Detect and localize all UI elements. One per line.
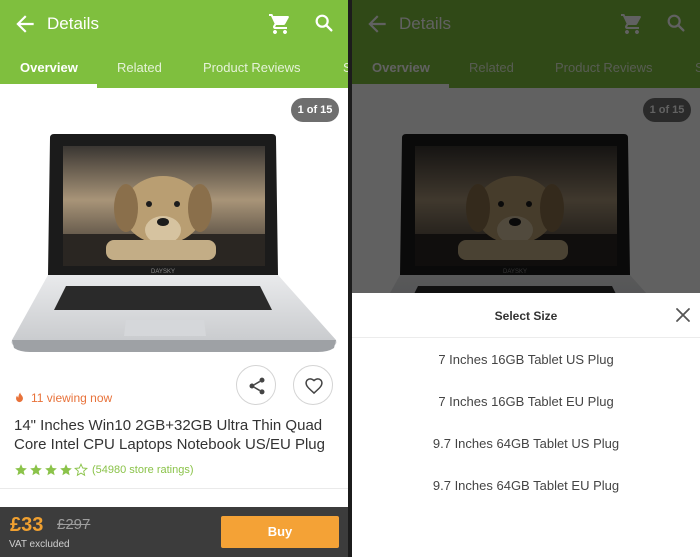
viewing-now-indicator: 11 viewing now (14, 391, 112, 405)
star-filled-icon (45, 463, 57, 476)
size-option[interactable]: 7 Inches 16GB Tablet US Plug (352, 352, 700, 367)
select-size-screen: Details Overview Related Product Reviews… (352, 0, 700, 557)
divider (0, 488, 348, 489)
star-filled-icon (60, 463, 72, 476)
close-icon[interactable] (675, 307, 691, 323)
product-image[interactable]: DAYSKY (8, 130, 340, 352)
active-tab-indicator (0, 84, 97, 88)
search-icon[interactable] (313, 12, 335, 34)
size-option[interactable]: 7 Inches 16GB Tablet EU Plug (352, 394, 700, 409)
buy-button[interactable]: Buy (221, 516, 339, 548)
star-filled-icon (15, 463, 27, 476)
wishlist-button[interactable] (293, 365, 333, 405)
viewing-now-text: 11 viewing now (31, 391, 113, 405)
image-counter: 1 of 15 (291, 98, 339, 122)
product-details-screen: Details Overview Related Product Reviews… (0, 0, 348, 557)
cart-icon[interactable] (268, 12, 292, 36)
tab-more[interactable]: S (343, 50, 348, 88)
page-title: Details (47, 14, 99, 33)
app-bar: Details Overview Related Product Reviews… (0, 0, 348, 88)
tab-product-reviews[interactable]: Product Reviews (203, 50, 301, 88)
current-price: £33 (10, 514, 44, 536)
star-filled-icon (30, 463, 42, 476)
divider (352, 337, 700, 338)
purchase-bar: £33 £297 VAT excluded Buy (0, 507, 348, 557)
rating-count: (54980 store ratings) (92, 463, 194, 476)
sheet-title: Select Size (494, 309, 558, 323)
size-option[interactable]: 9.7 Inches 64GB Tablet EU Plug (352, 478, 700, 493)
arrow-left-icon[interactable] (12, 11, 38, 37)
share-button[interactable] (236, 365, 276, 405)
tab-related[interactable]: Related (117, 50, 162, 88)
modal-backdrop[interactable] (352, 0, 700, 293)
product-title: 14" Inches Win10 2GB+32GB Ultra Thin Qua… (14, 417, 325, 453)
original-price: £297 (57, 516, 91, 533)
share-icon (249, 377, 265, 395)
tab-bar: Overview Related Product Reviews S (0, 50, 348, 88)
select-size-sheet: Select Size 7 Inches 16GB Tablet US Plug… (352, 293, 700, 557)
heart-icon (305, 378, 323, 395)
tab-overview[interactable]: Overview (20, 50, 78, 88)
fire-icon (16, 392, 23, 403)
star-rating (14, 461, 89, 478)
size-option[interactable]: 9.7 Inches 64GB Tablet US Plug (352, 436, 700, 451)
rating-row[interactable]: (54980 store ratings) (14, 461, 194, 477)
laptop-brand-logo: DAYSKY (151, 269, 175, 275)
star-empty-icon (74, 462, 88, 476)
vat-note: VAT excluded (9, 539, 70, 550)
